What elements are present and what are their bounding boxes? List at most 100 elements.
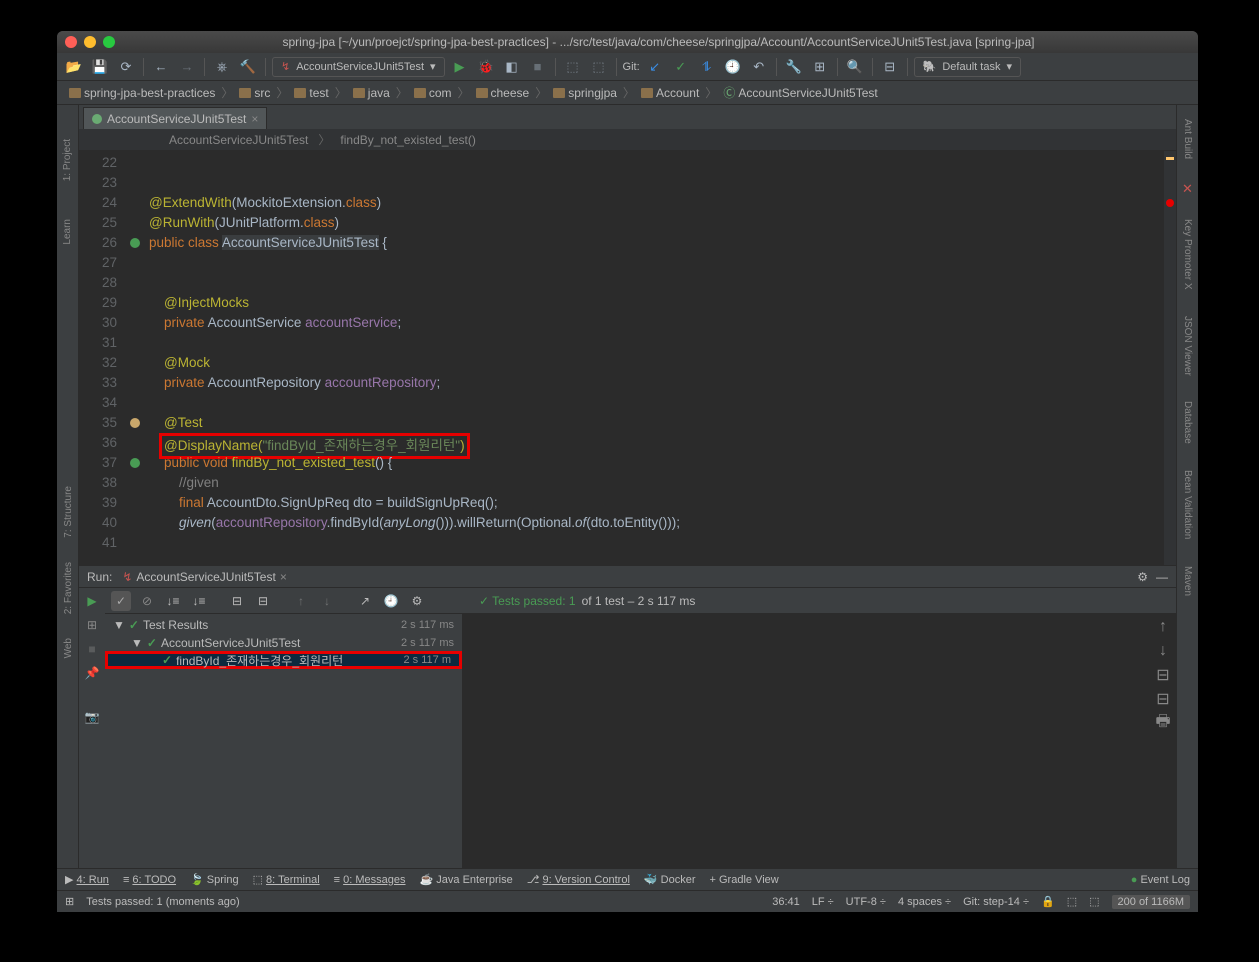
toggle-icon[interactable]: ⊞ — [83, 616, 101, 634]
forward-icon[interactable]: → — [176, 56, 198, 78]
inspect-icon[interactable]: ⬚ — [1067, 895, 1077, 908]
attach-icon[interactable]: ⬚ — [588, 56, 610, 78]
breadcrumb-item[interactable]: springjpa — [549, 86, 621, 100]
close-icon[interactable]: ✕ — [1182, 181, 1193, 197]
event-log-button[interactable]: ● Event Log — [1131, 874, 1190, 886]
notify-icon[interactable]: ⬚ — [1089, 895, 1099, 908]
run-tool-button[interactable]: ▶ 4: Run — [65, 873, 109, 886]
minimize-panel-icon[interactable]: — — [1156, 570, 1168, 584]
collapse-icon[interactable]: ⊟ — [253, 591, 273, 611]
debug-icon[interactable]: 🐞 — [475, 56, 497, 78]
close-tab-icon[interactable]: × — [251, 112, 258, 126]
close-icon[interactable] — [65, 36, 77, 48]
stop-icon[interactable]: ■ — [83, 640, 101, 658]
hammer-icon[interactable]: 🔨 — [237, 56, 259, 78]
editor-tab[interactable]: AccountServiceJUnit5Test × — [83, 107, 267, 129]
breadcrumb-item[interactable]: src — [235, 86, 274, 100]
git-update-icon[interactable]: ↙ — [644, 56, 666, 78]
gradle-tool-button[interactable]: + Gradle View — [710, 874, 779, 886]
git-history-icon[interactable]: 🕘 — [722, 56, 744, 78]
rail-ant[interactable]: Ant Build — [1182, 115, 1193, 163]
run-gutter-icon[interactable] — [130, 238, 140, 248]
export-icon[interactable]: ↗ — [355, 591, 375, 611]
up-icon[interactable]: ↑ — [291, 591, 311, 611]
stop-icon[interactable]: ■ — [527, 56, 549, 78]
rail-keypromoter[interactable]: Key Promoter X — [1182, 215, 1193, 294]
messages-tool-button[interactable]: ≡ 0: Messages — [334, 874, 406, 886]
default-task-select[interactable]: 🐘 Default task ▾ — [914, 57, 1021, 77]
gear-icon[interactable]: ⚙ — [407, 591, 427, 611]
sort-icon[interactable]: ↓≡ — [189, 591, 209, 611]
breadcrumb-item[interactable]: spring-jpa-best-practices — [65, 86, 219, 100]
expand-icon[interactable]: ⊟ — [227, 591, 247, 611]
pin-icon[interactable]: 📌 — [83, 664, 101, 682]
up-icon[interactable]: ↑ — [1154, 618, 1172, 636]
git-branch[interactable]: Git: step-14 ÷ — [963, 896, 1029, 908]
git-revert-icon[interactable]: ↶ — [748, 56, 770, 78]
breadcrumb-item[interactable]: test — [290, 86, 332, 100]
breadcrumb-item[interactable]: com — [410, 86, 456, 100]
print-icon[interactable]: 🖶 — [1154, 714, 1172, 732]
rail-favorites[interactable]: 2: Favorites — [63, 562, 74, 614]
settings-icon[interactable]: 🔧 — [783, 56, 805, 78]
history-icon[interactable]: 🕘 — [381, 591, 401, 611]
coverage-icon[interactable]: ◧ — [501, 56, 523, 78]
tree-row-root[interactable]: ▼✓ Test Results 2 s 117 ms — [105, 616, 462, 634]
editor-stripe[interactable] — [1164, 151, 1176, 565]
tool-windows-icon[interactable]: ⊞ — [65, 895, 74, 908]
rail-database[interactable]: Database — [1182, 397, 1193, 448]
minimize-icon[interactable] — [84, 36, 96, 48]
rail-beanvalidation[interactable]: Bean Validation — [1182, 466, 1193, 543]
encoding[interactable]: UTF-8 ÷ — [846, 896, 886, 908]
todo-tool-button[interactable]: ≡ 6: TODO — [123, 874, 176, 886]
down-icon[interactable]: ↓ — [317, 591, 337, 611]
vcs-tool-button[interactable]: ⎇ 9: Version Control — [527, 873, 630, 886]
rail-structure[interactable]: 7: Structure — [63, 486, 74, 538]
build-icon[interactable]: ⎈ — [211, 56, 233, 78]
caret-position[interactable]: 36:41 — [772, 896, 800, 908]
rail-jsonviewer[interactable]: JSON Viewer — [1182, 312, 1193, 380]
breadcrumb-item[interactable]: ⒸAccountServiceJUnit5Test — [719, 84, 881, 101]
memory-indicator[interactable]: 200 of 1166M — [1112, 895, 1190, 909]
layout-icon[interactable]: ⊟ — [879, 56, 901, 78]
line-ending[interactable]: LF ÷ — [812, 896, 834, 908]
back-icon[interactable]: ← — [150, 56, 172, 78]
breadcrumb-item[interactable]: java — [349, 86, 394, 100]
open-icon[interactable]: 📂 — [63, 56, 85, 78]
rail-maven[interactable]: Maven — [1182, 562, 1193, 600]
maximize-icon[interactable] — [103, 36, 115, 48]
gear-icon[interactable]: ⚙ — [1137, 570, 1148, 584]
git-commit-icon[interactable]: ✓ — [670, 56, 692, 78]
rerun-icon[interactable]: ▶ — [83, 592, 101, 610]
camera-icon[interactable]: 📷 — [83, 708, 101, 726]
run-tab-label[interactable]: AccountServiceJUnit5Test — [136, 570, 275, 584]
indent[interactable]: 4 spaces ÷ — [898, 896, 951, 908]
git-compare-icon[interactable]: ⥮ — [696, 56, 718, 78]
code-editor[interactable]: 2223242526272829303132333435363738394041… — [79, 151, 1176, 565]
test-tree[interactable]: ▼✓ Test Results 2 s 117 ms ▼✓ AccountSer… — [105, 614, 463, 868]
run-config-select[interactable]: ↯ AccountServiceJUnit5Test ▾ — [272, 57, 445, 77]
down-icon[interactable]: ↓ — [1154, 642, 1172, 660]
test-output[interactable]: ↑ ↓ ⊟ ⊟ 🖶 — [463, 614, 1176, 868]
scroll-icon[interactable]: ⊟ — [1154, 690, 1172, 708]
search-icon[interactable]: 🔍 — [844, 56, 866, 78]
profile-icon[interactable]: ⬚ — [562, 56, 584, 78]
tree-row-test[interactable]: ✓ findById_존재하는경우_회원리턴 2 s 117 m — [105, 651, 462, 669]
docker-tool-button[interactable]: 🐳 Docker — [644, 873, 696, 886]
save-icon[interactable]: 💾 — [89, 56, 111, 78]
terminal-tool-button[interactable]: ⬚ 8: Terminal — [253, 873, 320, 886]
close-tab-icon[interactable]: × — [280, 570, 287, 584]
sort-icon[interactable]: ↓≡ — [163, 591, 183, 611]
disabled-icon[interactable]: ⊘ — [137, 591, 157, 611]
breakpoint-icon[interactable] — [130, 418, 140, 428]
rail-learn[interactable]: Learn — [62, 215, 73, 249]
run-icon[interactable]: ▶ — [449, 56, 471, 78]
spring-tool-button[interactable]: 🍃 Spring — [190, 873, 239, 886]
breadcrumb-item[interactable]: cheese — [472, 86, 534, 100]
rail-web[interactable]: Web — [63, 638, 74, 658]
rail-project[interactable]: 1: Project — [62, 135, 73, 185]
tree-row-class[interactable]: ▼✓ AccountServiceJUnit5Test 2 s 117 ms — [105, 634, 462, 652]
java-ee-tool-button[interactable]: ☕ Java Enterprise — [420, 873, 513, 886]
nav-class[interactable]: AccountServiceJUnit5Test — [169, 133, 308, 147]
breadcrumb-item[interactable]: Account — [637, 86, 703, 100]
